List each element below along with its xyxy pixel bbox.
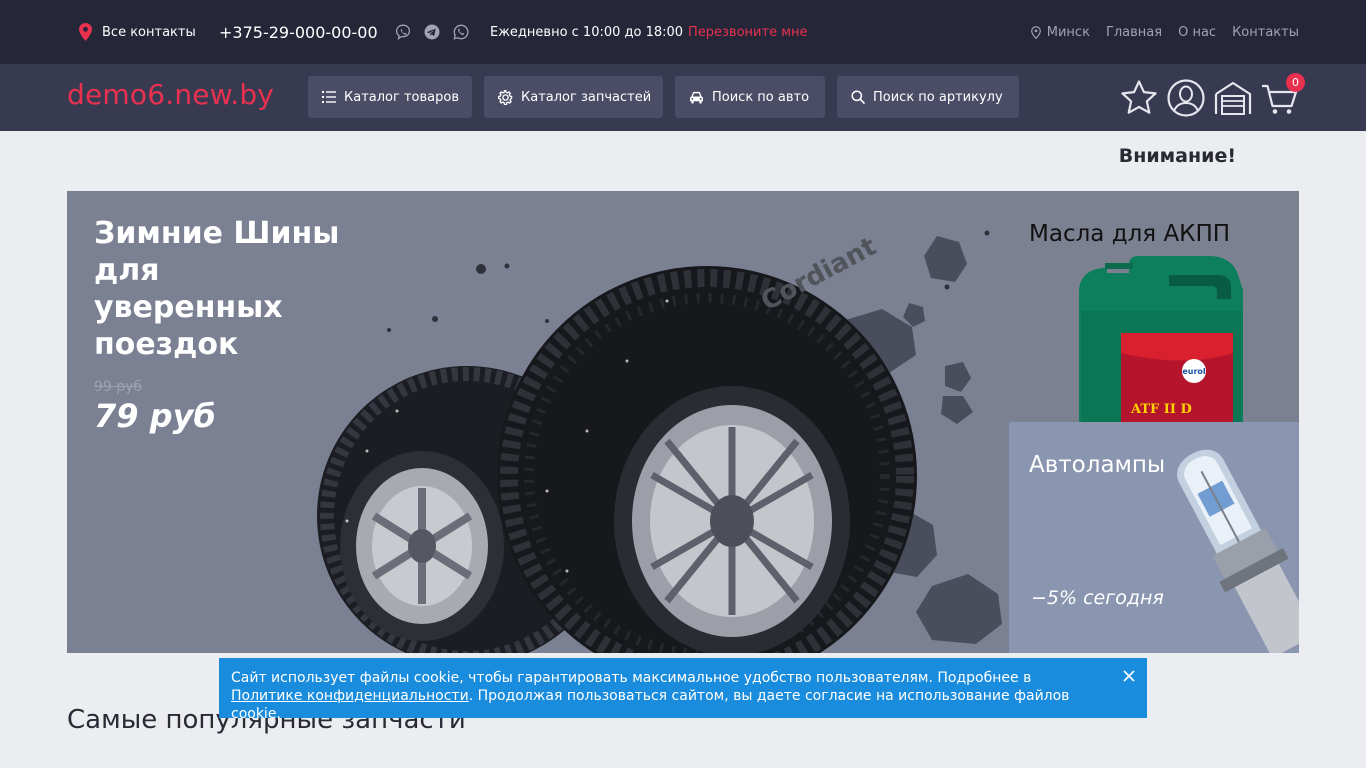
- garage-icon[interactable]: [1213, 78, 1253, 118]
- catalog-parts-button[interactable]: Каталог запчастей: [484, 76, 663, 118]
- search-by-car-label: Поиск по авто: [712, 89, 810, 105]
- search-icon: [851, 90, 865, 104]
- close-icon[interactable]: [1121, 668, 1137, 684]
- user-account-icon[interactable]: [1166, 78, 1206, 118]
- hero-price: 79 руб: [94, 397, 216, 435]
- messengers: [395, 0, 482, 64]
- side-banner-lamps-promo: −5% сегодня: [1031, 587, 1164, 609]
- side-banner-atf-oil[interactable]: eurol ATF II D Масла для АКПП: [1009, 191, 1299, 422]
- catalog-goods-label: Каталог товаров: [344, 89, 459, 105]
- callback-link[interactable]: Перезвоните мне: [688, 0, 808, 64]
- side-banner-lamps-title: Автолампы: [1029, 452, 1166, 478]
- catalog-goods-button[interactable]: Каталог товаров: [308, 76, 472, 118]
- oil-label-product: ATF II D: [1130, 402, 1192, 417]
- phone-text: +375-29-000-00-00: [219, 22, 378, 42]
- catalog-parts-label: Каталог запчастей: [521, 89, 652, 105]
- viber-icon[interactable]: [395, 24, 411, 40]
- hero-title: Зимние Шины для уверенных поездок: [94, 216, 340, 362]
- hero-old-price: 99 руб: [94, 379, 143, 395]
- site-logo[interactable]: demo6.new.by: [67, 78, 274, 111]
- cookie-consent-bar: Сайт использует файлы cookie, чтобы гара…: [219, 658, 1147, 722]
- working-hours-text: Ежедневно с 10:00 до 18:00: [490, 24, 684, 40]
- top-bar: Все контакты +375-29-000-00-00 Ежедневно…: [0, 0, 1366, 64]
- phone-number[interactable]: +375-29-000-00-00: [219, 0, 378, 64]
- gear-icon: [498, 89, 513, 105]
- nav-link-contacts[interactable]: Контакты: [1232, 25, 1299, 40]
- car-icon: [690, 91, 703, 104]
- hero-banner-winter-tires[interactable]: Cordiant Зимние Шины для уверенных поезд…: [67, 191, 1009, 653]
- cart-count-badge: 0: [1286, 73, 1305, 92]
- side-banner-autolamps[interactable]: Автолампы −5% сегодня: [1009, 422, 1299, 653]
- side-banner-atf-title: Масла для АКПП: [1029, 221, 1231, 247]
- search-by-article-button[interactable]: Поиск по артикулу: [837, 76, 1019, 118]
- search-by-car-button[interactable]: Поиск по авто: [675, 76, 825, 118]
- all-contacts-link[interactable]: Все контакты: [79, 0, 196, 64]
- oil-label-brand: eurol: [1182, 367, 1206, 376]
- search-by-article-label: Поиск по артикулу: [873, 89, 1003, 105]
- telegram-icon[interactable]: [424, 24, 440, 40]
- city-selector[interactable]: Минск: [1047, 25, 1090, 40]
- all-contacts-label: Все контакты: [102, 24, 196, 40]
- nav-link-about[interactable]: О нас: [1178, 25, 1216, 40]
- location-pin-icon: [1030, 25, 1041, 39]
- working-hours: Ежедневно с 10:00 до 18:00: [490, 0, 683, 64]
- nav-link-home[interactable]: Главная: [1106, 25, 1162, 40]
- main-header: demo6.new.by Каталог товаров Каталог зап…: [0, 64, 1366, 131]
- callback-label: Перезвоните мне: [688, 24, 808, 40]
- list-icon: [322, 91, 336, 103]
- top-nav: Минск Главная О нас Контакты: [1030, 0, 1299, 64]
- attention-notice: Внимание!: [1118, 145, 1236, 167]
- whatsapp-icon[interactable]: [453, 24, 469, 40]
- favorites-star-icon[interactable]: [1119, 78, 1159, 118]
- location-pin-icon: [79, 23, 92, 41]
- privacy-policy-link[interactable]: Политике конфиденциальности: [231, 688, 469, 704]
- cookie-text-before: Сайт использует файлы cookie, чтобы гара…: [231, 670, 1032, 686]
